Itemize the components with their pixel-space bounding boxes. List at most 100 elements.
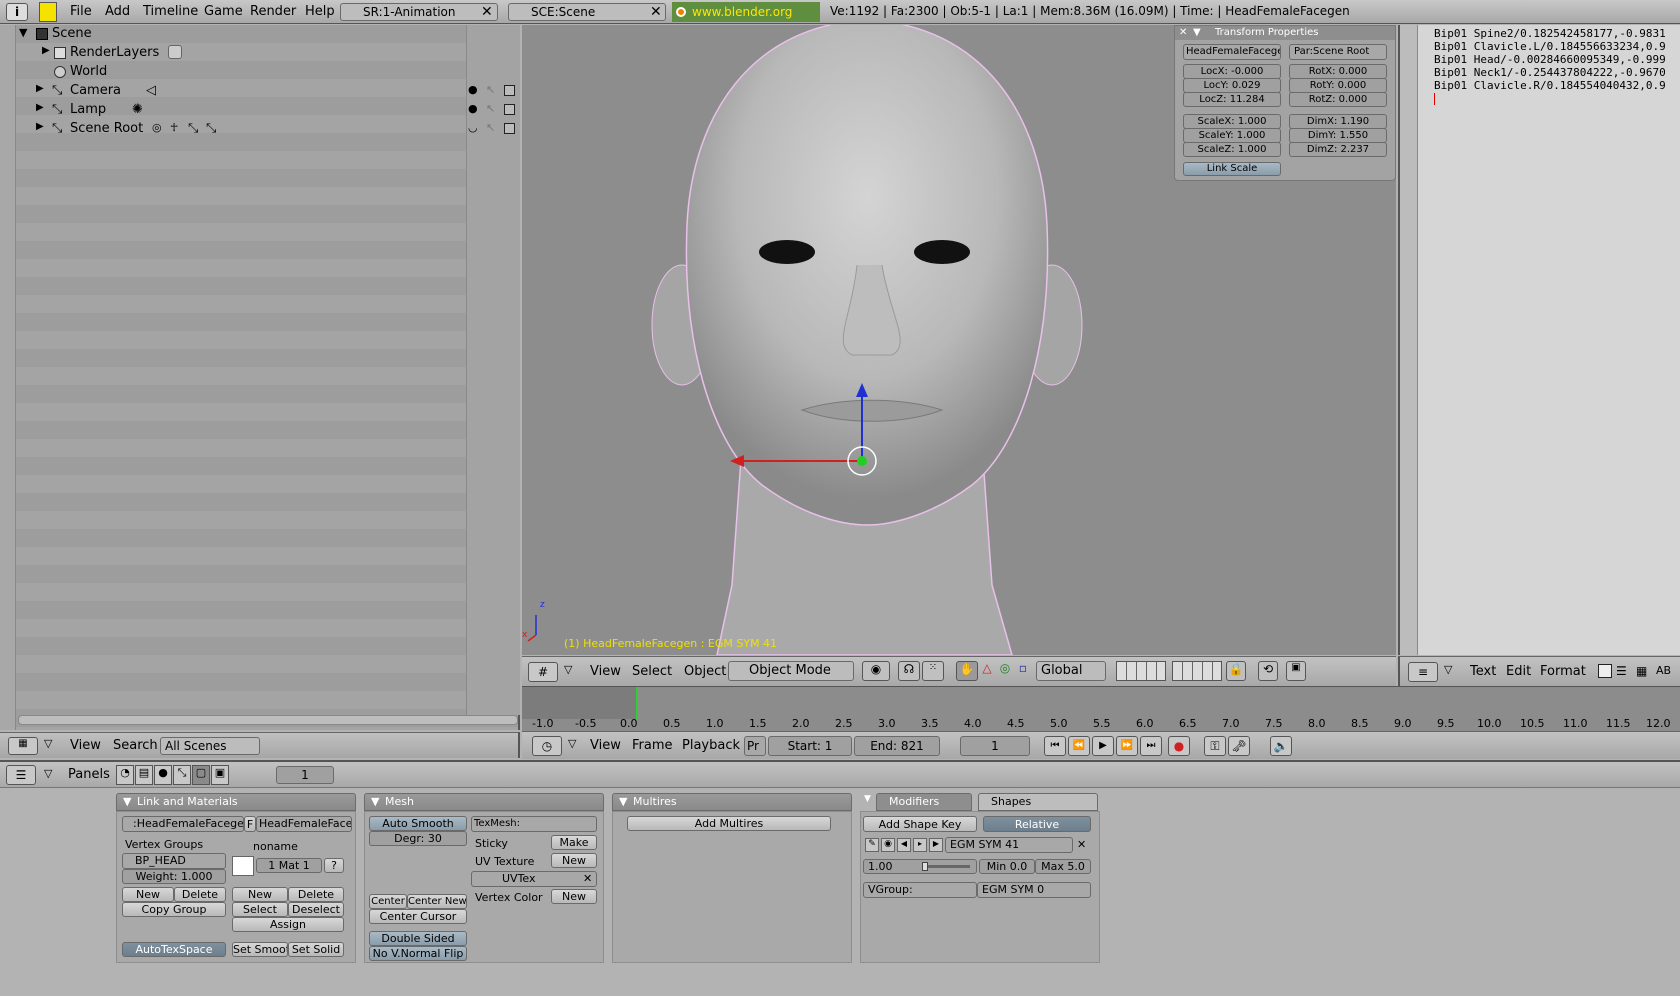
material-new-button[interactable]: New	[232, 887, 288, 902]
buttons-frame-field[interactable]: 1	[276, 766, 334, 784]
auto-smooth-button[interactable]: Auto Smooth	[369, 816, 467, 831]
translate-icon[interactable]: △	[978, 661, 996, 681]
end-frame-field[interactable]: End: 821	[854, 736, 940, 756]
render-icon[interactable]	[504, 104, 515, 115]
chevron-down-icon[interactable]: ▽	[44, 737, 52, 750]
draw-type-icon[interactable]: ◉	[862, 661, 890, 681]
menu-game[interactable]: Game	[204, 4, 243, 19]
next-key-icon[interactable]: ⏩	[1116, 736, 1138, 756]
material-deselect-button[interactable]: Deselect	[288, 902, 344, 917]
manipulator-hand-icon[interactable]: ✋	[956, 661, 978, 681]
vgroup-delete-button[interactable]: Delete	[174, 887, 226, 902]
shading-icon[interactable]: ●	[154, 765, 172, 785]
multires-header[interactable]: ▼ Multires	[612, 793, 852, 811]
layers-grid-a[interactable]	[1116, 661, 1166, 681]
link-materials-header[interactable]: ▼ Link and Materials	[116, 793, 356, 811]
visibility-eye-icon[interactable]: ◡	[468, 121, 478, 134]
shape-value-field[interactable]: 1.00	[863, 859, 977, 874]
editor-type-icon[interactable]: ☰	[6, 765, 36, 785]
scene-delete-icon[interactable]: ✕	[650, 4, 662, 20]
screen-delete-icon[interactable]: ✕	[481, 4, 493, 20]
3d-viewport[interactable]: z x (1) HeadFemaleFacegen : EGM SYM 41 ✕…	[522, 25, 1396, 655]
render-icon[interactable]	[504, 123, 515, 134]
select-cursor-icon[interactable]: ↖	[486, 83, 495, 96]
vgroup-select[interactable]: EGM SYM 0	[977, 882, 1091, 898]
shape-value-slider[interactable]	[922, 865, 970, 868]
key-icon[interactable]: 🗝	[1228, 736, 1250, 756]
menu-frame[interactable]: Frame	[632, 738, 673, 753]
material-index-field[interactable]: 1 Mat 1	[256, 858, 322, 873]
scene-selector[interactable]: SCE:Scene	[508, 3, 666, 21]
render-preview-icon[interactable]: ⟲	[1258, 661, 1278, 681]
script-icon[interactable]: ▤	[135, 765, 153, 785]
chevron-down-icon[interactable]: ▽	[568, 737, 576, 750]
editing-tab-icon[interactable]: ▢	[192, 765, 210, 785]
mesh-header[interactable]: ▼ Mesh	[364, 793, 604, 811]
lock-icon[interactable]: 🔒	[1226, 661, 1246, 681]
uvtex-close-icon[interactable]: ✕	[583, 872, 592, 885]
outliner-hscrollbar[interactable]	[18, 715, 518, 725]
object-name-field[interactable]: HeadFemaleFacegen	[1183, 44, 1281, 60]
scene-tab-icon[interactable]: ▣	[211, 765, 229, 785]
loc-x-field[interactable]: LocX: -0.000	[1183, 64, 1281, 79]
add-multires-button[interactable]: Add Multires	[627, 816, 831, 831]
play-icon[interactable]: ▶	[1092, 736, 1114, 756]
menu-search[interactable]: Search	[113, 738, 158, 753]
info-icon[interactable]: i	[6, 3, 28, 21]
blender-url[interactable]: www.blender.org 249.2	[672, 2, 820, 39]
autotexspace-button[interactable]: AutoTexSpace	[122, 942, 226, 957]
start-frame-field[interactable]: Start: 1	[768, 736, 852, 756]
chevron-down-icon[interactable]: ▽	[564, 663, 572, 676]
collapse-icon[interactable]: ▼	[123, 794, 131, 810]
set-solid-button[interactable]: Set Solid	[288, 942, 344, 957]
menu-help[interactable]: Help	[305, 4, 335, 19]
shape-max-field[interactable]: Max 5.0	[1035, 859, 1091, 874]
texmesh-field[interactable]: TexMesh:	[471, 816, 597, 832]
logic-icon[interactable]: ◔	[116, 765, 134, 785]
remove-shape-icon[interactable]: ✕	[1077, 838, 1086, 851]
vertex-color-new-button[interactable]: New	[551, 889, 597, 904]
scale-x-field[interactable]: ScaleX: 1.000	[1183, 114, 1281, 129]
add-shape-key-button[interactable]: Add Shape Key	[863, 816, 977, 832]
expand-icon[interactable]: ▶	[42, 45, 50, 56]
menu-file[interactable]: File	[70, 4, 92, 19]
degr-field[interactable]: Degr: 30	[369, 831, 467, 846]
audio-icon[interactable]: 🔈	[1270, 736, 1292, 756]
parent-field[interactable]: Par:Scene Root	[1289, 44, 1387, 60]
double-sided-button[interactable]: Double Sided	[369, 931, 467, 946]
tab-shapes[interactable]: Shapes	[978, 793, 1098, 811]
menu-format[interactable]: Format	[1540, 664, 1586, 679]
menu-playback[interactable]: Playback	[682, 738, 740, 753]
link-scale-button[interactable]: Link Scale	[1183, 162, 1281, 176]
loc-y-field[interactable]: LocY: 0.029	[1183, 78, 1281, 93]
center-button[interactable]: Center	[369, 894, 407, 909]
dim-x-field[interactable]: DimX: 1.190	[1289, 114, 1387, 129]
relative-button[interactable]: Relative	[983, 816, 1091, 832]
jump-end-icon[interactable]: ⏭	[1140, 736, 1162, 756]
menu-panels[interactable]: Panels	[68, 767, 110, 782]
preview-range-button[interactable]: Pr	[744, 736, 766, 756]
menu-object[interactable]: Object	[684, 664, 726, 679]
fullscreen-icon[interactable]	[1598, 664, 1612, 678]
material-assign-button[interactable]: Assign	[232, 917, 344, 932]
keying-set-icon[interactable]: ⚿	[1204, 736, 1226, 756]
shape-visibility-icon[interactable]: ◉	[881, 838, 895, 852]
dim-y-field[interactable]: DimY: 1.550	[1289, 128, 1387, 143]
line-numbers-icon[interactable]: ☰	[1616, 664, 1627, 678]
menu-select[interactable]: Select	[632, 664, 672, 679]
vertex-group-select[interactable]: BP_HEAD	[122, 853, 226, 869]
uvtex-field[interactable]: UVTex	[471, 871, 597, 887]
fake-user-button[interactable]: F	[244, 816, 256, 832]
menu-text[interactable]: Text	[1470, 664, 1496, 679]
word-wrap-icon[interactable]: ▦	[1636, 664, 1647, 678]
expand-icon[interactable]: ▶	[36, 121, 44, 132]
prev-key-icon[interactable]: ⏪	[1068, 736, 1090, 756]
text-editor[interactable]: Bip01 Spine2/0.182542458177,-0.9831 Bip0…	[1398, 25, 1680, 655]
collapse-icon[interactable]: ▼	[371, 794, 379, 810]
rot-x-field[interactable]: RotX: 0.000	[1289, 64, 1387, 79]
center-new-button[interactable]: Center New	[407, 894, 467, 909]
timeline[interactable]: -1.0 -0.5 0.0 0.5 1.0 1.5 2.0 2.5 3.0 3.…	[522, 686, 1680, 731]
shape-key-name-field[interactable]: EGM SYM 41	[945, 837, 1073, 853]
menu-add[interactable]: Add	[105, 4, 130, 19]
sticky-make-button[interactable]: Make	[551, 835, 597, 850]
